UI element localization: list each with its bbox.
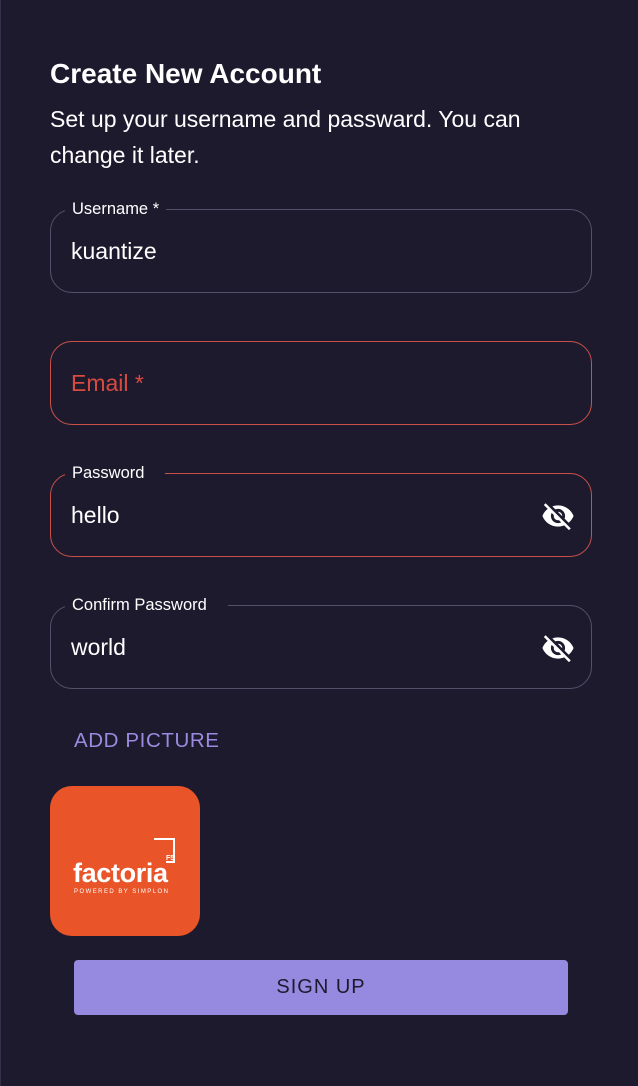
- eye-off-icon[interactable]: [541, 631, 575, 665]
- logo-wordmark: factoria: [73, 858, 169, 888]
- password-field[interactable]: Password hello: [50, 463, 592, 557]
- confirm-password-field[interactable]: Confirm Password world: [50, 595, 592, 689]
- logo-tagline: POWERED BY SIMPLON: [74, 889, 168, 895]
- add-picture-button[interactable]: ADD PICTURE: [74, 729, 220, 753]
- username-label: Username *: [65, 199, 167, 219]
- username-value[interactable]: kuantize: [71, 237, 157, 265]
- eye-off-icon[interactable]: [541, 499, 575, 533]
- page-subtitle: Set up your username and passward. You c…: [50, 106, 521, 168]
- password-value[interactable]: hello: [71, 501, 120, 529]
- signup-page: Create New Account Set up your username …: [0, 0, 638, 1086]
- sign-up-button[interactable]: SIGN UP: [74, 960, 568, 1015]
- email-field[interactable]: Email *: [50, 341, 592, 425]
- page-title: Create New Account: [50, 58, 322, 89]
- confirm-password-value[interactable]: world: [71, 633, 126, 661]
- password-label: Password: [65, 463, 166, 483]
- confirm-password-label: Confirm Password: [65, 595, 228, 615]
- email-placeholder: Email *: [71, 370, 144, 396]
- profile-picture: F5 factoria POWERED BY SIMPLON: [50, 786, 200, 936]
- username-field[interactable]: Username * kuantize: [50, 199, 592, 293]
- factoria-logo: F5 factoria POWERED BY SIMPLON: [73, 838, 175, 895]
